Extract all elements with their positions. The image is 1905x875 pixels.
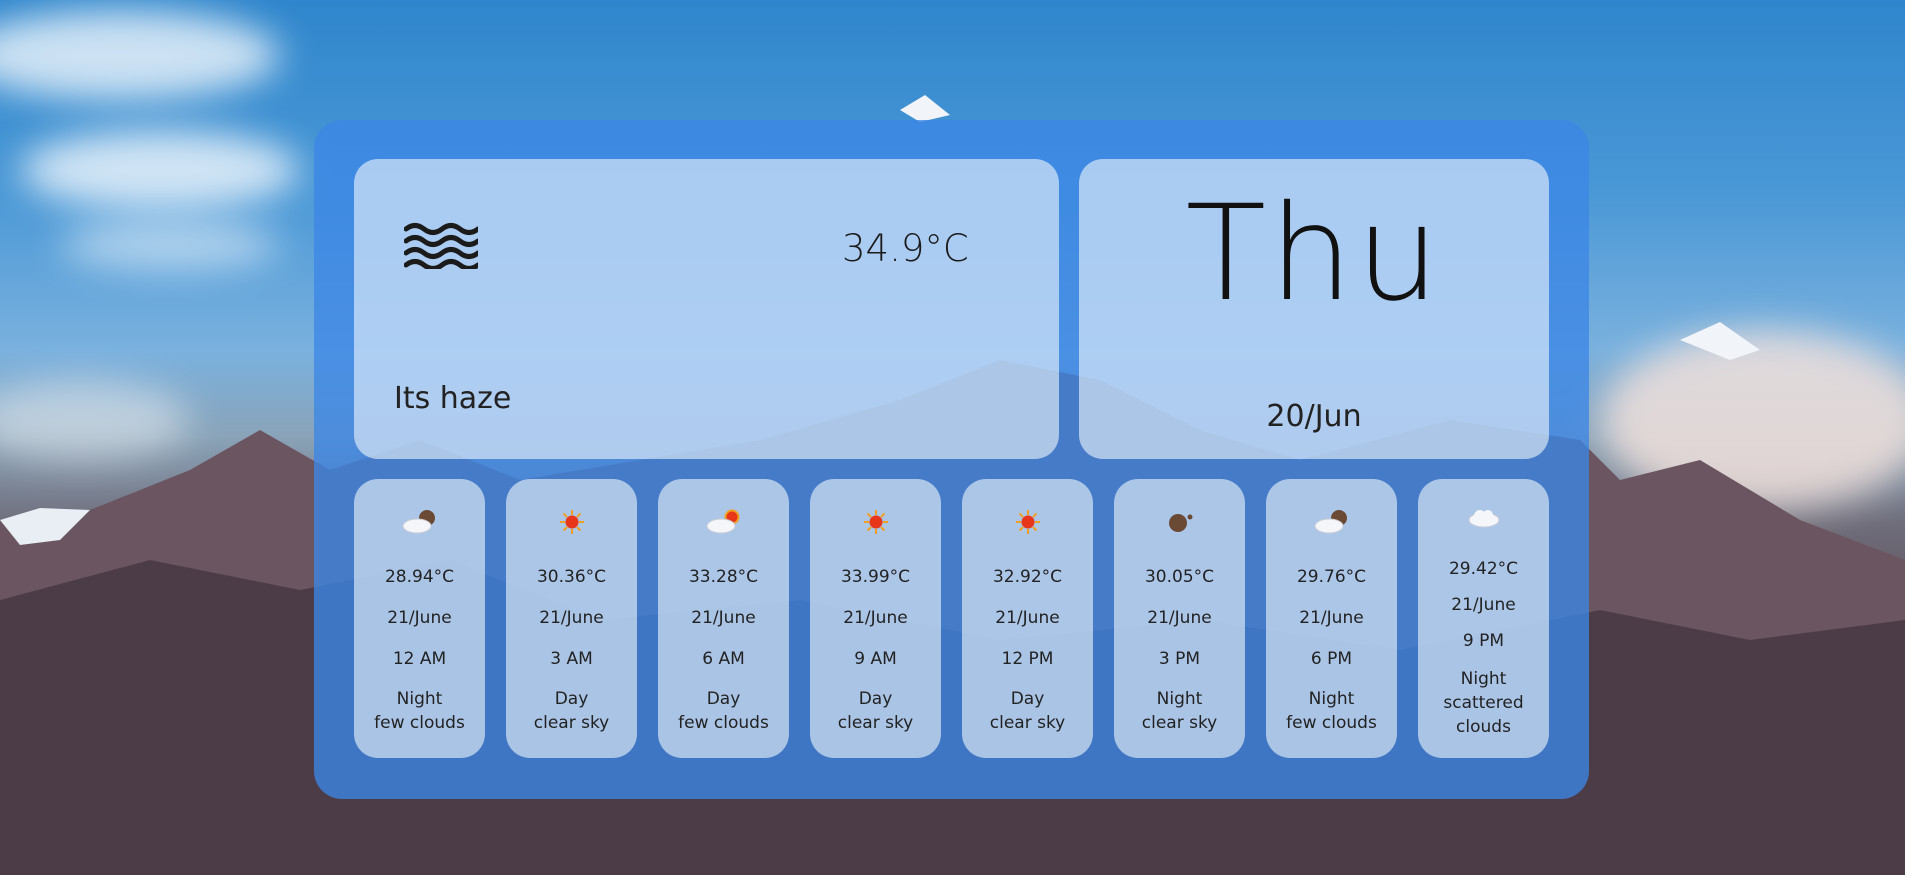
day-date: 20/Jun: [1266, 399, 1362, 434]
forecast-date: 21/June: [387, 608, 452, 628]
forecast-time: 12 AM: [392, 649, 447, 669]
forecast-card: 33.28°C 21/June 6 AM Day few clouds: [658, 479, 789, 758]
forecast-period: Night: [396, 689, 443, 709]
forecast-time: 6 PM: [1310, 649, 1353, 669]
forecast-temp: 28.94°C: [384, 567, 455, 587]
forecast-condition: clear sky: [1141, 713, 1218, 733]
forecast-condition: few clouds: [374, 713, 465, 733]
forecast-period: Day: [554, 689, 589, 709]
forecast-date: 21/June: [539, 608, 604, 628]
forecast-condition: clear sky: [989, 713, 1066, 733]
forecast-card: 28.94°C 21/June 12 AM Night few clouds: [354, 479, 485, 758]
forecast-date: 21/June: [1147, 608, 1212, 628]
forecast-card: 29.76°C 21/June 6 PM Night few clouds: [1266, 479, 1397, 758]
forecast-time: 3 AM: [550, 649, 593, 669]
forecast-date: 21/June: [1451, 595, 1516, 615]
forecast-period: Night: [1308, 689, 1355, 709]
forecast-temp: 33.99°C: [840, 567, 911, 587]
current-weather-card: 34.9°C Its haze: [354, 159, 1059, 459]
forecast-period: Day: [1010, 689, 1045, 709]
sun-icon: [506, 507, 637, 537]
day-few-clouds-icon: [658, 507, 789, 537]
sun-icon: [810, 507, 941, 537]
forecast-temp: 30.36°C: [536, 567, 607, 587]
forecast-card: 29.42°C 21/June 9 PM Night scattered clo…: [1418, 479, 1549, 758]
forecast-time: 3 PM: [1158, 649, 1201, 669]
forecast-date: 21/June: [691, 608, 756, 628]
forecast-temp: 29.76°C: [1296, 567, 1367, 587]
forecast-period: Day: [858, 689, 893, 709]
forecast-condition: few clouds: [678, 713, 769, 733]
forecast-condition: clear sky: [533, 713, 610, 733]
forecast-card: 33.99°C 21/June 9 AM Day clear sky: [810, 479, 941, 758]
forecast-time: 6 AM: [702, 649, 745, 669]
forecast-date: 21/June: [995, 608, 1060, 628]
day-card: Thu 20/Jun: [1079, 159, 1549, 459]
forecast-card: 30.36°C 21/June 3 AM Day clear sky: [506, 479, 637, 758]
forecast-period: Night: [1460, 669, 1507, 689]
current-temperature: 34.9°C: [842, 227, 969, 270]
forecast-temp: 29.42°C: [1448, 559, 1519, 579]
forecast-condition: few clouds: [1286, 713, 1377, 733]
forecast-condition: clear sky: [837, 713, 914, 733]
forecast-date: 21/June: [1299, 608, 1364, 628]
forecast-temp: 30.05°C: [1144, 567, 1215, 587]
sun-icon: [962, 507, 1093, 537]
weather-panel: 34.9°C Its haze Thu 20/Jun 28.94°C 21/Ju…: [314, 120, 1589, 799]
forecast-card: 30.05°C 21/June 3 PM Night clear sky: [1114, 479, 1245, 758]
haze-icon: [404, 223, 478, 269]
day-name: Thu: [1185, 177, 1443, 331]
forecast-temp: 32.92°C: [992, 567, 1063, 587]
forecast-time: 12 PM: [1001, 649, 1054, 669]
forecast-temp: 33.28°C: [688, 567, 759, 587]
night-few-clouds-icon: [1266, 507, 1397, 537]
forecast-condition: scattered clouds: [1443, 693, 1524, 737]
forecast-time: 9 PM: [1462, 631, 1505, 651]
forecast-time: 9 AM: [854, 649, 897, 669]
forecast-period: Day: [706, 689, 741, 709]
forecast-date: 21/June: [843, 608, 908, 628]
forecast-card: 32.92°C 21/June 12 PM Day clear sky: [962, 479, 1093, 758]
forecast-period: Night: [1156, 689, 1203, 709]
cloud-icon: [1418, 503, 1549, 533]
moon-icon: [1114, 507, 1245, 537]
current-description: Its haze: [394, 381, 512, 416]
night-few-clouds-icon: [354, 507, 485, 537]
